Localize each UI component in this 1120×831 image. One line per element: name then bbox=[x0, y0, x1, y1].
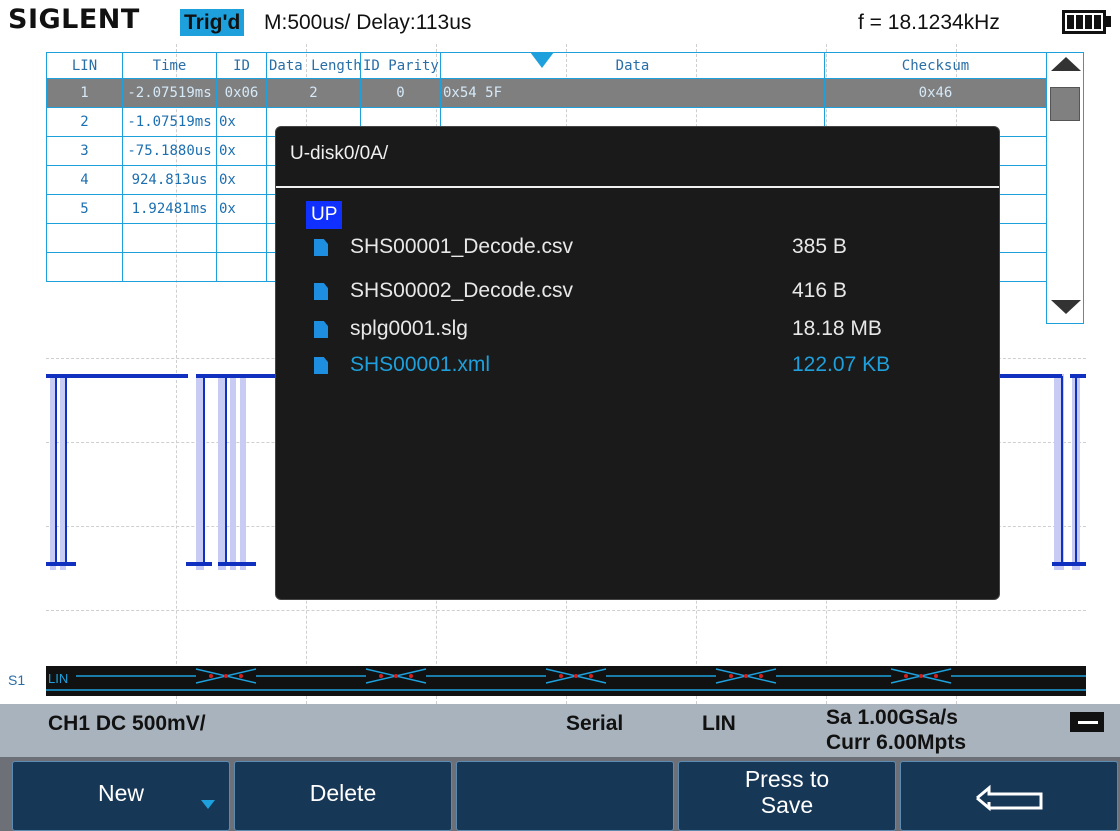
brand-logo: SIGLENT bbox=[8, 4, 140, 35]
cell-time: -75.1880us bbox=[122, 136, 217, 166]
new-button[interactable]: New bbox=[12, 761, 230, 831]
battery-icon bbox=[1062, 10, 1106, 34]
column-header-lin: LIN bbox=[46, 52, 123, 79]
column-header-data: Data bbox=[440, 52, 825, 79]
save-label-line1: Press to bbox=[744, 766, 830, 792]
cell-data: 0x54 5F bbox=[440, 78, 825, 108]
frequency-readout: f = 18.1234kHz bbox=[858, 11, 1000, 34]
cell-time bbox=[122, 223, 217, 253]
trigger-position-icon bbox=[530, 52, 554, 68]
cell-lin: 3 bbox=[46, 136, 123, 166]
dialog-divider bbox=[276, 186, 999, 188]
return-icon bbox=[976, 784, 1043, 812]
file-icon bbox=[314, 357, 328, 374]
bus-label: LIN bbox=[48, 671, 69, 686]
cell-time: 1.92481ms bbox=[122, 194, 217, 224]
battery-tip bbox=[1106, 16, 1111, 27]
file-browser-dialog[interactable]: U-disk0/0A/ UP SHS00001_Decode.csv 385 B… bbox=[275, 126, 1000, 600]
lin-bus-trace: LIN bbox=[46, 666, 1086, 696]
column-header-checksum: Checksum bbox=[824, 52, 1047, 79]
scroll-thumb[interactable] bbox=[1050, 87, 1080, 121]
file-size: 385 B bbox=[792, 235, 847, 258]
channel-setting[interactable]: CH1 DC 500mV/ bbox=[48, 712, 206, 736]
delete-button-label: Delete bbox=[309, 780, 377, 806]
file-item-selected[interactable]: SHS00001.xml 122.07 KB bbox=[314, 351, 974, 381]
delete-button[interactable]: Delete bbox=[234, 761, 452, 831]
memory-depth: Curr 6.00Mpts bbox=[826, 731, 967, 754]
sample-rate: Sa 1.00GSa/s bbox=[826, 706, 958, 729]
decode-mode: Serial bbox=[566, 712, 624, 735]
file-item[interactable]: SHS00001_Decode.csv 385 B bbox=[314, 233, 974, 263]
cell-lin bbox=[46, 223, 123, 253]
save-label-line2: Save bbox=[760, 792, 814, 818]
cell-id bbox=[216, 252, 267, 282]
cell-time: 924.813us bbox=[122, 165, 217, 195]
protocol-label: LIN bbox=[702, 712, 736, 735]
press-to-save-button[interactable]: Press to Save bbox=[678, 761, 896, 831]
channel-info-bar: CH1 DC 500mV/ Serial LIN Sa 1.00GSa/s Cu… bbox=[0, 704, 1120, 757]
status-bar: SIGLENT Trig'd M:500us/ Delay:113us f = … bbox=[0, 0, 1120, 44]
column-header-data-length: Data Length bbox=[266, 52, 361, 79]
file-name: SHS00002_Decode.csv bbox=[350, 279, 573, 302]
cell-id bbox=[216, 223, 267, 253]
file-icon bbox=[314, 321, 328, 338]
file-name: splg0001.slg bbox=[350, 317, 468, 340]
cell-lin: 5 bbox=[46, 194, 123, 224]
table-row[interactable]: 1 -2.07519ms 0x06 2 0 0x54 5F 0x46 bbox=[46, 78, 1047, 108]
cell-lin: 4 bbox=[46, 165, 123, 195]
cell-length: 2 bbox=[266, 78, 361, 108]
column-header-id-parity: ID Parity bbox=[360, 52, 441, 79]
softkey-bar: New Delete Press to Save bbox=[0, 757, 1120, 831]
empty-softkey[interactable] bbox=[456, 761, 674, 831]
column-header-id: ID bbox=[216, 52, 267, 79]
file-icon bbox=[314, 239, 328, 256]
cell-lin: 1 bbox=[46, 78, 123, 108]
cell-parity: 0 bbox=[360, 78, 441, 108]
file-item[interactable]: splg0001.slg 18.18 MB bbox=[314, 315, 974, 345]
trigger-status: Trig'd bbox=[180, 9, 245, 36]
cell-id: 0x bbox=[216, 194, 267, 224]
cell-id: 0x bbox=[216, 136, 267, 166]
cell-id: 0x06 bbox=[216, 78, 267, 108]
file-size: 122.07 KB bbox=[792, 353, 891, 376]
cell-checksum: 0x46 bbox=[824, 78, 1047, 108]
file-name: SHS00001.xml bbox=[350, 353, 491, 376]
timebase-readout: M:500us/ Delay:113us bbox=[264, 11, 472, 34]
grid-line bbox=[46, 610, 1086, 611]
file-item[interactable]: SHS00002_Decode.csv 416 B bbox=[314, 277, 974, 307]
file-size: 416 B bbox=[792, 279, 847, 302]
up-directory-item[interactable]: UP bbox=[306, 201, 343, 229]
file-icon bbox=[314, 283, 328, 300]
chevron-down-icon bbox=[201, 800, 215, 809]
cell-time bbox=[122, 252, 217, 282]
column-header-time: Time bbox=[122, 52, 217, 79]
table-scrollbar[interactable] bbox=[1046, 52, 1084, 324]
file-size: 18.18 MB bbox=[792, 317, 882, 340]
cell-id: 0x bbox=[216, 165, 267, 195]
cell-time: -1.07519ms bbox=[122, 107, 217, 137]
current-path: U-disk0/0A/ bbox=[290, 143, 389, 164]
cell-time: -2.07519ms bbox=[122, 78, 217, 108]
cell-lin bbox=[46, 252, 123, 282]
new-button-label: New bbox=[97, 780, 144, 806]
scroll-down-icon[interactable] bbox=[1051, 300, 1081, 314]
file-name: SHS00001_Decode.csv bbox=[350, 235, 573, 258]
scroll-up-icon[interactable] bbox=[1051, 57, 1081, 71]
usb-icon bbox=[1070, 712, 1104, 732]
return-button[interactable] bbox=[900, 761, 1118, 831]
cell-id: 0x bbox=[216, 107, 267, 137]
cell-lin: 2 bbox=[46, 107, 123, 137]
serial-bus-marker: S1 bbox=[8, 672, 26, 688]
